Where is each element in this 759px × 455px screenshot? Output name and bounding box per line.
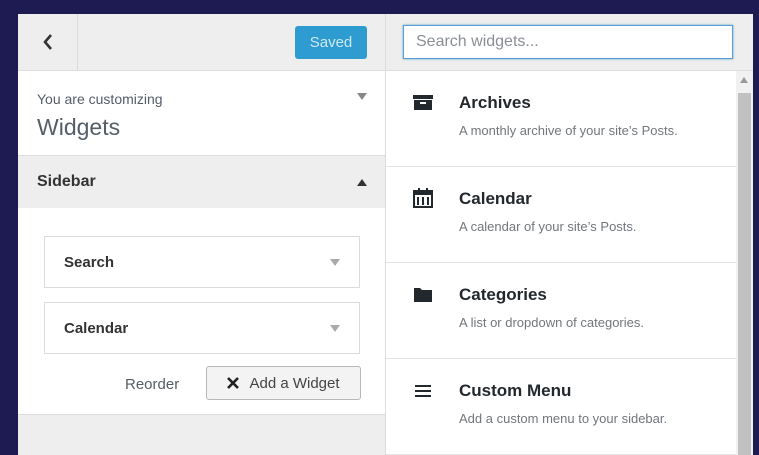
customizer-panel: Saved You are customizing Widgets Sideba… <box>18 14 386 455</box>
menu-icon <box>415 385 431 397</box>
widget-title: Calendar <box>64 320 129 337</box>
sidebar-widgets-area: Search Calendar Reorder Add a Widget <box>18 208 385 415</box>
customize-label: You are customizing <box>37 91 163 107</box>
sidebar-section-header[interactable]: Sidebar <box>18 156 385 208</box>
back-button[interactable] <box>18 14 78 70</box>
widget-title: Calendar <box>459 189 532 208</box>
available-widget-categories[interactable]: Categories A list or dropdown of categor… <box>386 263 736 359</box>
available-widget-calendar[interactable]: Calendar A calendar of your site’s Posts… <box>386 167 736 263</box>
archive-icon <box>413 95 433 110</box>
calendar-icon <box>413 188 433 208</box>
widget-title: Search <box>64 254 115 271</box>
available-widgets-panel: Archives A monthly archive of your site’… <box>386 14 753 455</box>
widget-title: Categories <box>459 285 547 304</box>
available-widget-archives[interactable]: Archives A monthly archive of your site’… <box>386 71 736 167</box>
caret-down-icon <box>330 325 340 332</box>
widget-title: Archives <box>459 93 531 112</box>
close-icon <box>227 377 240 389</box>
widget-description: A list or dropdown of categories. <box>459 315 644 330</box>
caret-up-icon <box>357 179 367 186</box>
scroll-up-icon[interactable] <box>740 77 748 83</box>
widget-description: Add a custom menu to your sidebar. <box>459 411 668 426</box>
saved-button[interactable]: Saved <box>295 26 367 59</box>
chevron-left-icon <box>42 34 52 50</box>
widget-search-bar <box>386 14 753 71</box>
caret-down-icon[interactable] <box>357 93 367 100</box>
page-title: Widgets <box>37 114 121 140</box>
add-widget-button[interactable]: Add a Widget <box>206 366 361 400</box>
available-widget-custom-menu[interactable]: Custom Menu Add a custom menu to your si… <box>386 359 736 455</box>
sidebar-widget-calendar[interactable]: Calendar <box>44 302 360 354</box>
available-widgets-list: Archives A monthly archive of your site’… <box>386 71 736 455</box>
scrollbar-thumb[interactable] <box>738 93 751 455</box>
scrollbar[interactable] <box>736 71 753 455</box>
section-title: Sidebar <box>37 173 96 190</box>
widget-description: A calendar of your site’s Posts. <box>459 219 637 234</box>
caret-down-icon <box>330 259 340 266</box>
customizer-frame: Saved You are customizing Widgets Sideba… <box>18 14 753 455</box>
reorder-link[interactable]: Reorder <box>125 376 179 393</box>
sidebar-widget-search[interactable]: Search <box>44 236 360 288</box>
search-input[interactable] <box>403 25 733 59</box>
customize-info: You are customizing Widgets <box>18 71 385 156</box>
widget-description: A monthly archive of your site’s Posts. <box>459 123 678 138</box>
add-widget-label: Add a Widget <box>249 374 340 392</box>
widget-title: Custom Menu <box>459 381 572 400</box>
customizer-header: Saved <box>18 14 385 71</box>
folder-icon <box>414 288 432 302</box>
